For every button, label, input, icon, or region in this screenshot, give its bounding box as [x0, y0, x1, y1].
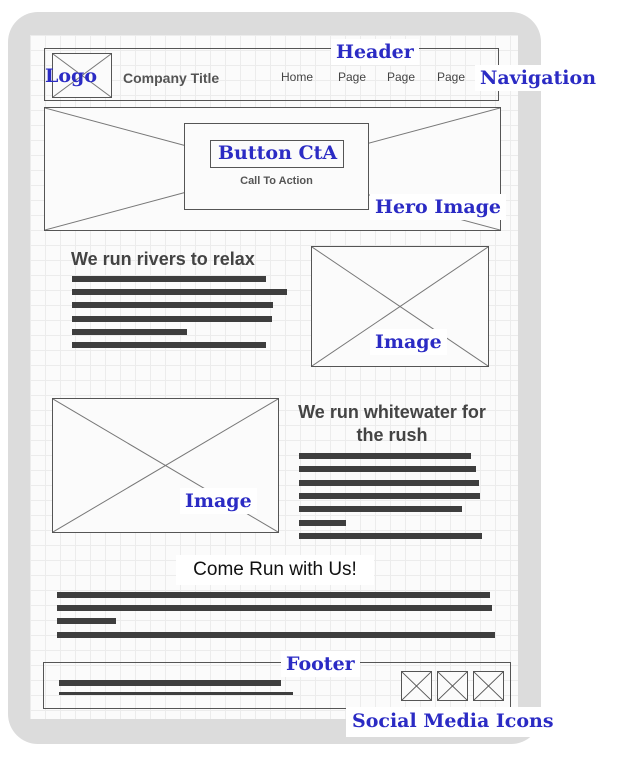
text-line — [299, 533, 482, 539]
text-line — [299, 466, 476, 472]
social-icon-3[interactable] — [473, 671, 504, 701]
text-line — [299, 453, 471, 459]
text-line — [299, 506, 462, 512]
nav-item-home[interactable]: Home — [281, 70, 313, 84]
text-line — [72, 329, 187, 335]
text-line — [57, 592, 490, 598]
text-line — [72, 302, 273, 308]
annotation-hero-image: Hero Image — [370, 194, 507, 220]
social-image-icon — [402, 672, 431, 700]
social-icon-2[interactable] — [437, 671, 468, 701]
section2-heading: We run whitewater for the rush — [298, 402, 486, 445]
annotation-logo: Logo — [45, 65, 97, 87]
text-line — [299, 520, 346, 526]
footer-text-line — [59, 692, 293, 695]
company-title: Company Title — [123, 70, 220, 86]
text-line — [72, 316, 272, 322]
annotation-cta-button: Button CtA — [218, 142, 338, 164]
nav-item-page-1[interactable]: Page — [338, 70, 366, 84]
social-image-icon — [474, 672, 503, 700]
annotation-header: Header — [331, 39, 419, 65]
text-line — [57, 632, 495, 638]
annotation-image-1: Image — [370, 329, 447, 355]
annotation-footer: Footer — [281, 651, 360, 677]
section1-heading: We run rivers to relax — [71, 249, 255, 269]
text-line — [72, 289, 287, 295]
text-line — [299, 493, 480, 499]
annotation-navigation: Navigation — [475, 65, 602, 91]
text-line — [57, 618, 116, 624]
social-icon-1[interactable] — [401, 671, 432, 701]
text-line — [57, 605, 492, 611]
annotation-social-media-icons: Social Media Icons — [346, 707, 560, 737]
nav-item-page-3[interactable]: Page — [437, 70, 465, 84]
header-bar — [44, 48, 499, 101]
annotation-image-2: Image — [180, 488, 257, 514]
social-image-icon — [438, 672, 467, 700]
text-line — [299, 480, 479, 486]
closing-heading: Come Run with Us! — [193, 559, 357, 580]
nav-item-page-2[interactable]: Page — [387, 70, 415, 84]
text-line — [72, 342, 266, 348]
footer-text-line — [59, 680, 281, 686]
cta-caption: Call To Action — [240, 175, 313, 187]
text-line — [72, 276, 266, 282]
